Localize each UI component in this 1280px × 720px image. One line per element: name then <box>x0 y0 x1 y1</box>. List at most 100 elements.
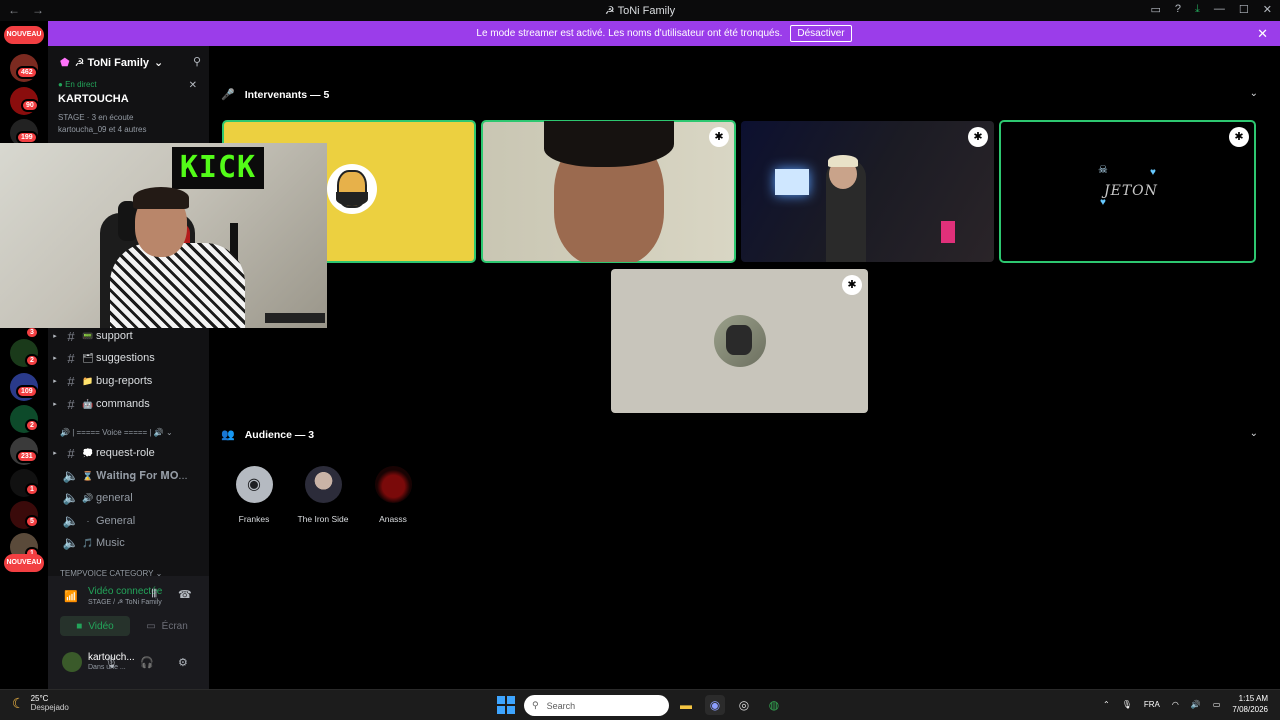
chevron-down-icon[interactable]: ⌄ <box>1250 428 1258 439</box>
channel-name: commands <box>96 398 150 410</box>
moderator-icon: ✱ <box>1229 127 1249 147</box>
channel-request-role[interactable]: ▸ # 💭 request-role <box>48 443 209 463</box>
audience-member[interactable]: ◉ Frankes <box>219 466 289 524</box>
weather-widget[interactable]: ☾ 25°C Despejado <box>12 694 69 712</box>
close-banner-icon[interactable]: ✕ <box>1257 26 1268 42</box>
speakers-header[interactable]: 🎤 Intervenants — 5 <box>221 88 329 102</box>
microphone-icon[interactable]: 🎙 <box>104 656 118 669</box>
kick-logo: KICK <box>172 147 264 189</box>
speaker-icon: 🔈 <box>62 513 80 528</box>
channel-name: suggestions <box>96 352 155 364</box>
unread-badge: 231 <box>16 450 38 463</box>
close-window-icon[interactable]: ✕ <box>1263 3 1272 16</box>
avatar[interactable] <box>62 652 82 672</box>
chevron-up-icon[interactable]: ⌃ <box>1103 700 1110 709</box>
disable-streamer-button[interactable]: Désactiver <box>790 25 852 42</box>
disconnect-icon[interactable]: ☎ <box>178 588 192 601</box>
search-icon: ⚲ <box>532 700 539 710</box>
start-button[interactable] <box>497 696 515 714</box>
unread-badge: 462 <box>16 66 38 79</box>
help-icon[interactable]: ? <box>1175 3 1181 16</box>
hash-icon: # <box>67 396 75 412</box>
language-indicator[interactable]: FRA <box>1144 700 1160 709</box>
chevron-down-icon: ⌄ <box>154 56 164 69</box>
noise-suppression-icon[interactable]: 𝄃𝄃 <box>152 588 157 601</box>
download-icon[interactable]: ⤓ <box>1195 3 1200 16</box>
app-icon[interactable]: ◎ <box>734 695 754 715</box>
speaker-tile[interactable]: ✱ <box>611 269 868 413</box>
unread-badge: 109 <box>16 385 38 398</box>
voice-category[interactable]: 🔊 | ===== Voice ===== | 🔊 ⌄ <box>60 428 173 437</box>
wifi-icon[interactable]: ◠ <box>1172 700 1179 709</box>
user-panel: kartouch... Dans une ... 🎙 🎧 ⚙ <box>48 644 209 689</box>
live-stage-card[interactable]: ● En direct KARTOUCHA STAGE · 3 en écout… <box>48 80 209 134</box>
invite-icon[interactable]: ⚲ <box>193 55 201 68</box>
server-rail: NOUVEAU 462 90 199 3 2 109 2 231 1 5 1 N… <box>0 21 48 689</box>
chevron-down-icon[interactable]: ⌄ <box>1250 88 1258 99</box>
channel-name: Music <box>96 537 125 549</box>
avatar <box>304 466 342 503</box>
avatar <box>374 466 412 503</box>
server-name: ☭ ToNi Family <box>74 56 150 69</box>
microphone-icon[interactable]: 🎙 <box>1122 700 1132 709</box>
unread-badge: 90 <box>21 99 39 112</box>
hash-icon: # <box>67 445 75 461</box>
speaker-tile[interactable]: ✱ <box>741 121 994 262</box>
unread-badge: 2 <box>25 354 39 367</box>
voice-location[interactable]: STAGE / ☭ ToNi Family <box>88 598 162 606</box>
new-badge: NOUVEAU <box>4 26 44 44</box>
channel-suggestions[interactable]: ▸ # 🗂 suggestions <box>48 348 209 368</box>
voice-channel-General[interactable]: 🔈 · General <box>48 511 209 531</box>
unread-badge: 2 <box>25 419 39 432</box>
channel-name: support <box>96 330 133 342</box>
channel-support[interactable]: ▸ # 📟 support <box>48 326 209 346</box>
banner-text: Le mode streamer est activé. Les noms d'… <box>476 28 783 39</box>
voice-channel-music[interactable]: 🔈 🎵 Music <box>48 533 209 553</box>
server-header[interactable]: ⬟ ☭ ToNi Family ⌄ ⚲ <box>48 46 209 78</box>
unread-dot-icon: ▸ <box>53 333 57 340</box>
discord-icon: ◉ <box>235 466 273 503</box>
discord-app-icon[interactable]: ◉ <box>705 695 725 715</box>
search-input[interactable]: ⚲ Search <box>524 695 669 716</box>
channel-bug-reports[interactable]: ▸ # 📁 bug-reports <box>48 371 209 391</box>
audience-member[interactable]: Anasss <box>358 466 428 524</box>
channel-name: General <box>96 515 136 527</box>
audience-header[interactable]: 👥 Audience — 3 <box>221 428 314 442</box>
tile-logo: JETON <box>1104 183 1158 199</box>
voice-channel-waiting[interactable]: 🔈 ⌛ 𝐖𝐚𝐢𝐭𝐢𝐧𝐠 𝐅𝐨𝐫 𝐌𝐎... <box>48 466 209 486</box>
signal-icon: 📶 <box>64 591 78 603</box>
microphone-icon: 🎤 <box>221 89 235 101</box>
channel-name: bug-reports <box>96 375 153 387</box>
headphones-icon[interactable]: 🎧 <box>140 656 154 669</box>
chrome-icon[interactable]: ◍ <box>764 695 784 715</box>
voice-channel-general[interactable]: 🔈 🔊 general <box>48 488 209 508</box>
audience-member[interactable]: The Iron Side <box>288 466 358 524</box>
battery-icon[interactable]: ▭ <box>1213 700 1221 709</box>
speaker-tile[interactable]: ☠ ♥ ♥ JETON ✱ <box>999 120 1256 263</box>
streamer-mode-banner: Le mode streamer est activé. Les noms d'… <box>48 21 1280 46</box>
channel-commands[interactable]: ▸ # 🤖 commands <box>48 394 209 414</box>
volume-icon[interactable]: 🔊 <box>1191 700 1201 709</box>
new-badge: NOUVEAU <box>4 554 44 572</box>
close-icon[interactable]: ✕ <box>189 80 197 91</box>
clock[interactable]: 1:15 AM 7/08/2026 <box>1232 693 1268 715</box>
live-others: kartoucha_09 et 4 autres <box>58 125 147 134</box>
unread-dot-icon: ▸ <box>53 378 57 385</box>
audience-icon: 👥 <box>221 429 235 441</box>
maximize-icon[interactable]: ☐ <box>1239 3 1249 16</box>
video-button[interactable]: ■ Vidéo <box>60 616 130 636</box>
channel-name: 𝐖𝐚𝐢𝐭𝐢𝐧𝐠 𝐅𝐨𝐫 𝐌𝐎... <box>96 469 188 482</box>
unread-dot-icon: ▸ <box>53 355 57 362</box>
screen-share-button[interactable]: ▭ Écran <box>132 616 202 636</box>
minimize-icon[interactable]: — <box>1214 3 1225 16</box>
live-meta: STAGE · 3 en écoute <box>58 113 134 122</box>
unread-badge: 5 <box>25 515 39 528</box>
file-explorer-icon[interactable]: ▬ <box>676 695 696 715</box>
stage-main: 🎤 Intervenants — 5 ⌄ ✱ ✱ ☠ ♥ ♥ JETON ✱ ✱… <box>209 46 1280 689</box>
moderator-icon: ✱ <box>968 127 988 147</box>
webcam-overlay: KICK <box>0 143 327 328</box>
avatar <box>714 315 766 367</box>
speaker-tile[interactable]: ✱ <box>481 120 736 263</box>
inbox-icon[interactable]: ▭ <box>1151 3 1161 16</box>
gear-icon[interactable]: ⚙ <box>178 656 188 669</box>
